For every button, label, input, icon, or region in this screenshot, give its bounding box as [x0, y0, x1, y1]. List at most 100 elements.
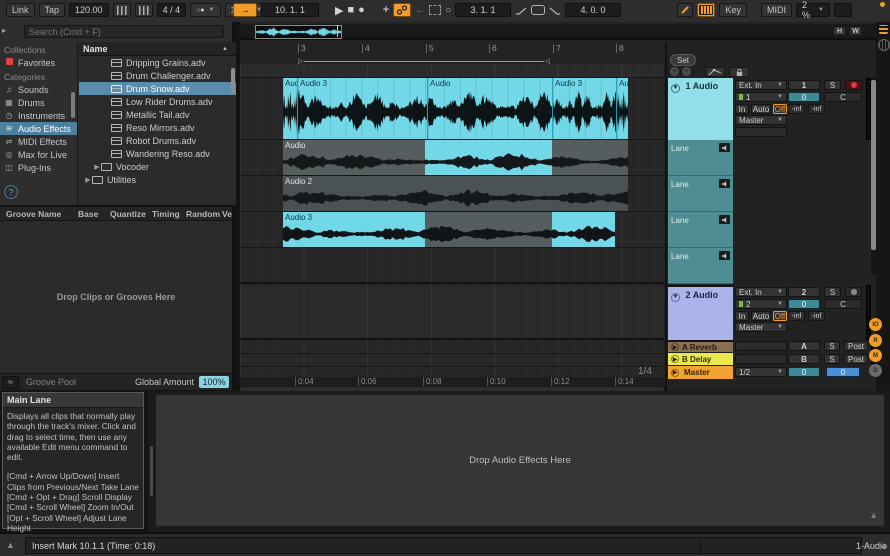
- overview-zoom-box[interactable]: [255, 25, 342, 39]
- track1-input-type-chooser[interactable]: Ext. In▼: [735, 80, 787, 90]
- take-lane[interactable]: Audio 2: [240, 176, 664, 212]
- cpu-meter[interactable]: 2 % ▼: [796, 3, 830, 17]
- master-volume-field[interactable]: 0: [788, 367, 820, 377]
- return-b-row[interactable]: [240, 355, 664, 367]
- tap-tempo-button[interactable]: Tap: [39, 3, 66, 17]
- track1-arm-button[interactable]: [845, 80, 862, 90]
- vertical-scroll-handle[interactable]: [871, 80, 876, 250]
- link-button[interactable]: Link: [6, 3, 35, 17]
- toggle-io-section[interactable]: IO: [869, 318, 882, 331]
- track1-solo-button[interactable]: S: [824, 80, 841, 90]
- master-row[interactable]: [240, 368, 664, 377]
- track1-automation-chooser[interactable]: [735, 127, 787, 137]
- return-b-routing[interactable]: [735, 354, 787, 364]
- automation-arm-button[interactable]: [393, 3, 411, 17]
- return-b-name-cell[interactable]: ▶ B Delay: [668, 353, 733, 365]
- loop-start-field[interactable]: 3. 1. 1: [455, 3, 511, 17]
- track1-peak-right[interactable]: -inf: [808, 104, 825, 114]
- add-marker-button2[interactable]: +: [682, 67, 691, 76]
- return-a-post-toggle[interactable]: Post: [844, 341, 868, 351]
- track1-input-channel-chooser[interactable]: 1▼: [735, 92, 787, 102]
- return-a-activator[interactable]: A: [788, 341, 820, 351]
- track2-activator[interactable]: 2: [788, 287, 820, 297]
- expand-arrow-icon[interactable]: ▶: [93, 163, 101, 171]
- track1-name-cell[interactable]: ▼ 1 Audio: [668, 78, 733, 140]
- audio-clip[interactable]: Aud: [617, 78, 628, 139]
- column-random[interactable]: Random: [186, 209, 222, 219]
- loop-switch[interactable]: [531, 5, 545, 15]
- sidebar-item-instruments[interactable]: ◷Instruments: [0, 109, 77, 122]
- show-hide-info-view-button[interactable]: ▲: [6, 540, 15, 550]
- sort-ascending-icon[interactable]: ▲: [222, 46, 236, 52]
- arrangement-position-field[interactable]: 10. 1. 1: [261, 3, 319, 17]
- list-item[interactable]: Robot Drums.adv: [79, 134, 236, 147]
- track2-monitor-off[interactable]: Off: [773, 311, 787, 321]
- scrub-area[interactable]: [240, 64, 664, 78]
- sidebar-item-plug-ins[interactable]: ◫Plug-Ins: [0, 161, 77, 174]
- lane-header[interactable]: Lane: [668, 176, 733, 212]
- sidebar-scrollbar[interactable]: [71, 92, 75, 118]
- track2-monitor-auto[interactable]: Auto: [751, 311, 771, 321]
- lane-audition-button[interactable]: [719, 215, 730, 224]
- optimize-height-button[interactable]: H: [833, 26, 846, 36]
- capture-midi-button[interactable]: [429, 5, 441, 15]
- toggle-returns-section[interactable]: R: [869, 334, 882, 347]
- take-clip[interactable]: Audio 3: [283, 212, 615, 247]
- track2-arm-button[interactable]: [845, 287, 862, 297]
- master-cue-out-chooser[interactable]: 1/2▼: [735, 367, 787, 377]
- lane-header[interactable]: Lane: [668, 248, 733, 284]
- track2-peak-left[interactable]: -inf: [788, 311, 805, 321]
- master-cue-volume-field[interactable]: 0: [826, 367, 860, 377]
- fold-track-icon[interactable]: ▶: [671, 355, 679, 363]
- computer-midi-keyboard-button[interactable]: [697, 3, 715, 17]
- track2-solo-button[interactable]: S: [824, 287, 841, 297]
- browser-collapse-button[interactable]: ▸: [2, 25, 19, 39]
- master-name-cell[interactable]: ▶ Master: [668, 366, 733, 379]
- name-column-header[interactable]: Name: [79, 44, 222, 54]
- column-timing[interactable]: Timing: [152, 209, 186, 219]
- arrangement-overview[interactable]: [240, 24, 876, 40]
- tempo-field[interactable]: 120.00: [69, 3, 109, 17]
- return-b-activator[interactable]: B: [788, 354, 820, 364]
- add-marker-button[interactable]: +: [670, 67, 679, 76]
- list-item[interactable]: Drum Challenger.adv: [79, 69, 236, 82]
- audio-clip[interactable]: Audio: [428, 78, 553, 139]
- follow-button[interactable]: →: [233, 3, 257, 17]
- column-velocity[interactable]: Ve: [222, 209, 232, 219]
- take-lane[interactable]: Audio: [240, 140, 664, 176]
- play-button[interactable]: ▶: [335, 4, 343, 17]
- list-item-selected[interactable]: Drum Snow.adv: [79, 82, 236, 95]
- punch-out-icon[interactable]: [549, 6, 561, 15]
- file-list-scrollbar[interactable]: [231, 68, 235, 94]
- nudge-down-button[interactable]: [113, 3, 131, 17]
- take-lane-empty[interactable]: [240, 248, 664, 284]
- lane-audition-button[interactable]: [719, 179, 730, 188]
- vertical-scrollbar[interactable]: [871, 78, 876, 274]
- global-amount-value[interactable]: 100%: [199, 376, 229, 388]
- loop-length-field[interactable]: 4. 0. 0: [565, 3, 621, 17]
- track1-monitor-in[interactable]: In: [735, 104, 749, 114]
- return-b-post-toggle[interactable]: Post: [844, 354, 868, 364]
- fold-track-icon[interactable]: ▼: [671, 84, 680, 93]
- punch-in-icon[interactable]: [515, 6, 527, 15]
- track2-input-channel-chooser[interactable]: 2▼: [735, 299, 787, 309]
- lane-audition-button[interactable]: [719, 143, 730, 152]
- sidebar-item-sounds[interactable]: ♫Sounds: [0, 83, 77, 96]
- track1-main-lane[interactable]: Aud Audio 3 Audio Au: [240, 78, 664, 140]
- set-button[interactable]: Set: [670, 54, 696, 66]
- metronome-button[interactable]: ○● ▼: [190, 3, 220, 17]
- piano-roll-toggle-icon[interactable]: [878, 39, 890, 51]
- track2-peak-right[interactable]: -inf: [808, 311, 825, 321]
- folder-item[interactable]: ▶Utilities: [79, 173, 236, 186]
- return-b-solo-button[interactable]: S: [824, 354, 840, 364]
- track2-pan-field[interactable]: C: [824, 299, 862, 309]
- lane-header[interactable]: Lane: [668, 140, 733, 176]
- track1-monitor-auto[interactable]: Auto: [751, 104, 771, 114]
- sidebar-item-midi-effects[interactable]: ⇌MIDI Effects: [0, 135, 77, 148]
- collection-favorites[interactable]: Favorites: [0, 56, 77, 69]
- folder-item[interactable]: ▶Vocoder: [79, 160, 236, 173]
- list-item[interactable]: Reso Mirrors.adv: [79, 121, 236, 134]
- track1-volume-field[interactable]: 0: [788, 92, 820, 102]
- take-lane[interactable]: Audio 3: [240, 212, 664, 248]
- lane-audition-button[interactable]: [719, 251, 730, 260]
